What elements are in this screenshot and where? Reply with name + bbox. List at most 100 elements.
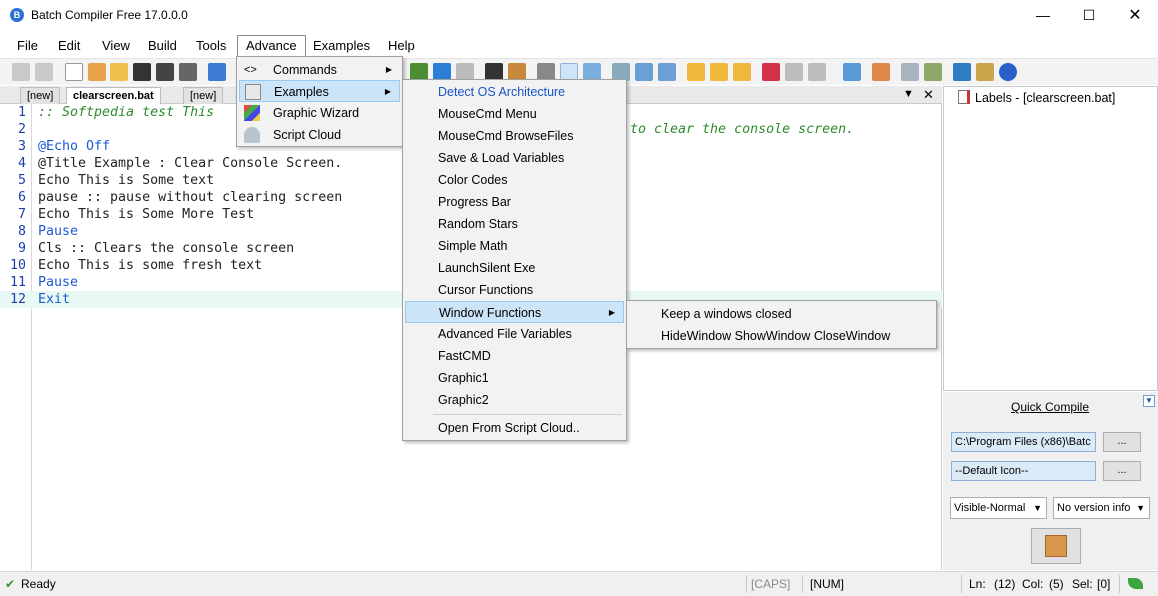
examples-menu-item[interactable]: Simple Math [405, 235, 624, 257]
examples-menu-item[interactable]: Graphic1 [405, 367, 624, 389]
menu-open-from-cloud[interactable]: Open From Script Cloud.. [405, 417, 624, 439]
close-tab-icon[interactable]: ✕ [923, 86, 934, 103]
menu-examples[interactable]: Examples [305, 36, 378, 55]
menu-help[interactable]: Help [380, 36, 423, 55]
menu-file[interactable]: File [9, 36, 46, 55]
back-icon[interactable] [12, 63, 30, 81]
open-folder-icon[interactable] [110, 63, 128, 81]
new-file-icon[interactable] [65, 63, 83, 81]
examples-menu-item[interactable]: Window Functions ▶ [405, 301, 624, 323]
app-icon: B [10, 8, 24, 22]
save-icon[interactable] [133, 63, 151, 81]
browse-path-button[interactable]: ... [1103, 432, 1141, 452]
examples-menu-item[interactable]: Advanced File Variables [405, 323, 624, 345]
status-separator [746, 575, 747, 593]
labels-node-label: Labels - [clearscreen.bat] [975, 91, 1116, 105]
globe-icon[interactable] [953, 63, 971, 81]
code-line-1-tail: to clear the console screen. [630, 104, 930, 137]
examples-menu-item[interactable]: Color Codes [405, 169, 624, 191]
maximize-button[interactable]: ☐ [1066, 0, 1112, 31]
line-number: 2 [17, 122, 26, 137]
status-bar: ✔ Ready [CAPS] [NUM] Ln: (12) Col: (5) S… [0, 571, 1158, 596]
browse-icon-button[interactable]: ... [1103, 461, 1141, 481]
menu-advance[interactable]: Advance [237, 35, 306, 57]
examples-menu-item-label: Advanced File Variables [438, 327, 572, 341]
print-icon[interactable] [179, 63, 197, 81]
code-text: to clear the console screen. [630, 122, 855, 137]
info-icon[interactable] [999, 63, 1017, 81]
code-text: :: Softpedia test This [38, 105, 215, 120]
version-select[interactable]: No version info ▼ [1053, 497, 1150, 519]
examples-menu-item-label: Graphic1 [438, 371, 489, 385]
menu-edit[interactable]: Edit [50, 36, 88, 55]
bookmark-menu-icon[interactable] [808, 63, 826, 81]
compile-button[interactable] [1031, 528, 1081, 564]
email-icon[interactable] [843, 63, 861, 81]
zoom-out-icon[interactable] [658, 63, 676, 81]
color-picker-icon[interactable] [872, 63, 890, 81]
tab-clearscreen[interactable]: clearscreen.bat [66, 87, 161, 105]
close-button[interactable]: ✕ [1112, 0, 1158, 31]
menu-script-cloud[interactable]: Script Cloud [239, 124, 400, 146]
examples-menu-item[interactable]: Progress Bar [405, 191, 624, 213]
output-path-field[interactable]: C:\Program Files (x86)\Batc [951, 432, 1096, 452]
menu-build[interactable]: Build [140, 36, 185, 55]
tab-new-2[interactable]: [new] [183, 87, 224, 104]
examples-menu-item[interactable]: Save & Load Variables [405, 147, 624, 169]
code-text: Echo This is Some More Test [38, 207, 255, 222]
line-number: 4 [17, 156, 26, 171]
examples-menu-item[interactable]: MouseCmd Menu [405, 103, 624, 125]
bookmark-prev-icon[interactable] [785, 63, 803, 81]
menu-view[interactable]: View [94, 36, 138, 55]
cloud-upload-icon[interactable] [901, 63, 919, 81]
examples-menu-item[interactable]: Random Stars [405, 213, 624, 235]
collapse-panel-icon[interactable]: ▼ [1143, 395, 1155, 407]
code-text: @Title Example : Clear Console Screen. [38, 156, 343, 171]
menu-graphic-wizard[interactable]: Graphic Wizard [239, 102, 400, 124]
menu-commands-label: Commands [273, 63, 337, 77]
menu-commands[interactable]: <> Commands ▶ [239, 59, 400, 81]
examples-menu-item[interactable]: Detect OS Architecture [405, 81, 624, 103]
find-icon[interactable] [687, 63, 705, 81]
title-bar: B Batch Compiler Free 17.0.0.0 — ☐ ✕ [0, 0, 1158, 31]
version-select-value: No version info [1057, 502, 1131, 514]
line-number: 7 [17, 207, 26, 222]
line-number: 9 [17, 241, 26, 256]
examples-menu-item-label: Graphic2 [438, 393, 489, 407]
minimize-button[interactable]: — [1020, 0, 1066, 31]
replace-icon[interactable] [733, 63, 751, 81]
forward-icon[interactable] [35, 63, 53, 81]
labels-tree-node[interactable]: Labels - [clearscreen.bat] [958, 90, 1115, 105]
visibility-select[interactable]: Visible-Normal ▼ [950, 497, 1047, 519]
bookmark-add-icon[interactable] [762, 63, 780, 81]
examples-menu-item-label: Color Codes [438, 173, 508, 187]
check-icon: ✔ [5, 577, 16, 591]
book-icon [958, 90, 970, 104]
tab-list-icon[interactable]: ▼ [903, 86, 914, 103]
cloud-download-icon[interactable] [924, 63, 942, 81]
new-template-icon[interactable] [88, 63, 106, 81]
menu-bar: File Edit View Build Tools Advance Examp… [0, 33, 1158, 57]
examples-menu-item-label: Window Functions [439, 306, 542, 320]
menu-examples-label: Examples [274, 85, 329, 99]
save-all-icon[interactable] [156, 63, 174, 81]
menu-tools[interactable]: Tools [188, 36, 234, 55]
donate-icon[interactable] [976, 63, 994, 81]
find-next-icon[interactable] [710, 63, 728, 81]
zoom-in-icon[interactable] [635, 63, 653, 81]
menu-keep-windows-closed[interactable]: Keep a windows closed [629, 303, 934, 325]
undo-icon[interactable] [208, 63, 226, 81]
examples-menu-item[interactable]: LaunchSilent Exe [405, 257, 624, 279]
examples-menu-item-label: FastCMD [438, 349, 491, 363]
examples-menu-item[interactable]: Cursor Functions [405, 279, 624, 301]
menu-examples-sub[interactable]: Examples ▶ [239, 80, 400, 102]
examples-menu-item[interactable]: Graphic2 [405, 389, 624, 411]
submenu-arrow-icon: ▶ [384, 87, 391, 96]
submenu-arrow-icon: ▶ [385, 65, 392, 74]
menu-hide-show-close-window[interactable]: HideWindow ShowWindow CloseWindow [629, 325, 934, 347]
examples-menu-item[interactable]: FastCMD [405, 345, 624, 367]
tab-new-1[interactable]: [new] [20, 87, 61, 104]
icon-field[interactable]: --Default Icon-- [951, 461, 1096, 481]
examples-menu-item[interactable]: MouseCmd BrowseFiles [405, 125, 624, 147]
chevron-down-icon: ▼ [1136, 503, 1145, 513]
